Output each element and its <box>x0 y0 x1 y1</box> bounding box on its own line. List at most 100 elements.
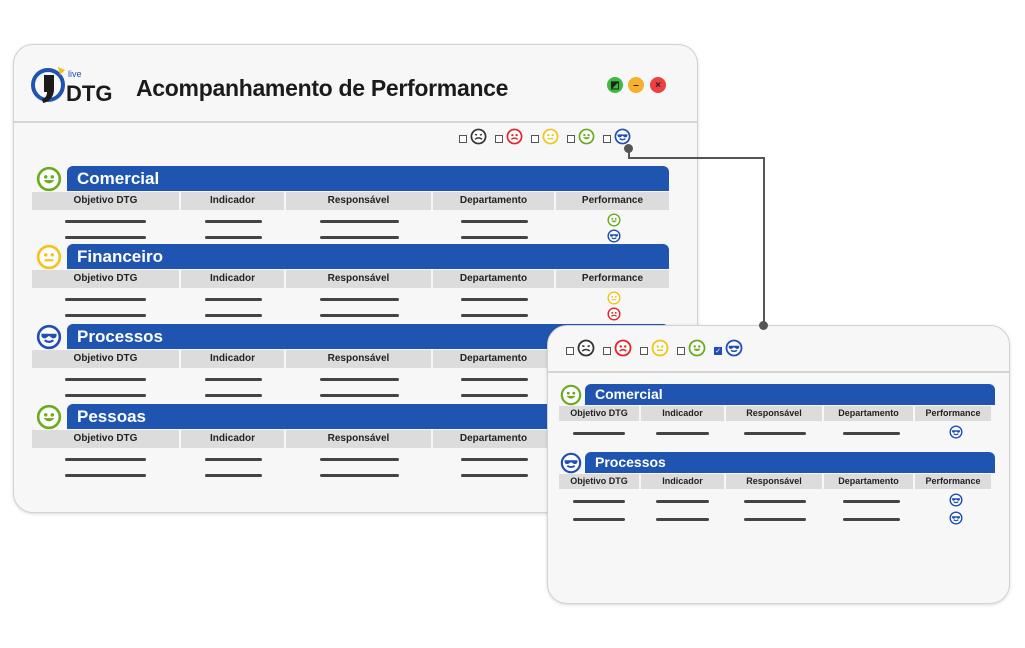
column-header[interactable]: Departamento <box>433 350 554 368</box>
connector-line <box>763 157 765 325</box>
filter-checkbox[interactable] <box>495 135 503 143</box>
placeholder-line <box>461 220 528 223</box>
placeholder-line <box>461 458 528 461</box>
column-header[interactable]: Indicador <box>181 430 284 448</box>
placeholder-line <box>842 518 901 521</box>
filter-good[interactable] <box>677 339 706 362</box>
column-header[interactable]: Responsável <box>286 430 431 448</box>
column-header[interactable]: Objetivo DTG <box>559 406 639 421</box>
placeholder-line <box>461 236 528 239</box>
column-header[interactable]: Indicador <box>181 350 284 368</box>
filter-checkbox[interactable] <box>640 346 648 355</box>
filter-checkbox[interactable] <box>567 135 575 143</box>
column-header[interactable]: Objetivo DTG <box>32 350 179 368</box>
column-header[interactable]: Responsável <box>286 270 431 288</box>
column-header[interactable]: Objetivo DTG <box>32 430 179 448</box>
column-header[interactable]: Performance <box>915 406 991 421</box>
filter-very_bad[interactable] <box>566 339 595 362</box>
table-header: Objetivo DTG Indicador Responsável Departam… <box>559 474 993 489</box>
filter-very_bad[interactable] <box>459 128 487 150</box>
placeholder-line <box>65 394 146 397</box>
placeholder-line <box>743 518 807 521</box>
table-header: Objetivo DTG Indicador Responsável Departam… <box>32 192 671 210</box>
placeholder-line <box>573 500 625 503</box>
filter-checkbox[interactable] <box>459 135 467 143</box>
column-header[interactable]: Indicador <box>181 192 284 210</box>
filter-bad[interactable] <box>603 339 632 362</box>
column-header[interactable]: Responsável <box>726 474 822 489</box>
placeholder-line <box>205 314 262 317</box>
neutral-face-icon <box>651 339 669 362</box>
column-header[interactable]: Objetivo DTG <box>32 270 179 288</box>
column-header[interactable]: Indicador <box>641 474 724 489</box>
placeholder-line <box>319 378 400 381</box>
section-title: Comercial <box>67 166 669 191</box>
filter-neutral[interactable] <box>531 128 559 150</box>
placeholder-line <box>573 518 625 521</box>
placeholder-line <box>743 432 807 435</box>
filter-excellent[interactable]: ✓ <box>714 339 743 362</box>
sad-face-icon <box>506 128 523 150</box>
filter-checkbox[interactable] <box>603 135 611 143</box>
connector-dot <box>624 144 633 153</box>
column-header[interactable]: Departamento <box>433 270 554 288</box>
column-header[interactable]: Performance <box>915 474 991 489</box>
filter-neutral[interactable] <box>640 339 669 362</box>
placeholder-line <box>461 298 528 301</box>
maximize-button[interactable]: ◩ <box>607 77 623 93</box>
svg-text:DTG: DTG <box>66 81 112 106</box>
placeholder-line <box>205 236 262 239</box>
filter-checkbox[interactable]: ✓ <box>714 346 722 355</box>
sunglasses-face-icon <box>949 425 963 444</box>
divider <box>14 121 697 123</box>
column-header[interactable]: Performance <box>556 270 669 288</box>
sunglasses-face-icon <box>949 511 963 530</box>
placeholder-line <box>205 378 262 381</box>
column-header[interactable]: Responsável <box>286 192 431 210</box>
very-bad-face-icon <box>470 128 487 150</box>
section-title: Comercial <box>585 384 995 405</box>
sad-face-icon <box>614 339 632 362</box>
placeholder-line <box>65 220 146 223</box>
column-header[interactable]: Objetivo DTG <box>559 474 639 489</box>
placeholder-line <box>65 314 146 317</box>
filter-bad[interactable] <box>495 128 523 150</box>
placeholder-line <box>65 298 146 301</box>
column-header[interactable]: Responsável <box>726 406 822 421</box>
performance-filter: ✓ <box>566 339 743 362</box>
filter-checkbox[interactable] <box>566 346 574 355</box>
column-header[interactable]: Responsável <box>286 350 431 368</box>
close-button[interactable]: × <box>650 77 666 93</box>
placeholder-line <box>205 458 262 461</box>
minimize-button[interactable]: – <box>628 77 644 93</box>
column-header[interactable]: Departamento <box>433 430 554 448</box>
column-header[interactable]: Indicador <box>181 270 284 288</box>
filter-checkbox[interactable] <box>531 135 539 143</box>
column-header[interactable]: Indicador <box>641 406 724 421</box>
column-header[interactable]: Objetivo DTG <box>32 192 179 210</box>
placeholder-line <box>205 298 262 301</box>
placeholder-line <box>319 236 400 239</box>
table-header: Objetivo DTG Indicador Responsável Departam… <box>559 406 993 421</box>
placeholder-line <box>319 458 400 461</box>
placeholder-line <box>65 236 146 239</box>
filter-checkbox[interactable] <box>603 346 611 355</box>
placeholder-line <box>655 432 710 435</box>
column-header[interactable]: Departamento <box>824 474 913 489</box>
smiley-face-icon <box>578 128 595 150</box>
column-header[interactable]: Departamento <box>824 406 913 421</box>
dtg-logo: live DTG <box>31 67 112 106</box>
placeholder-line <box>319 220 400 223</box>
neutral-face-icon <box>542 128 559 150</box>
placeholder-line <box>461 378 528 381</box>
filter-checkbox[interactable] <box>677 346 685 355</box>
filter-good[interactable] <box>567 128 595 150</box>
column-header[interactable]: Departamento <box>433 192 554 210</box>
column-header[interactable]: Performance <box>556 192 669 210</box>
section-title: Financeiro <box>67 244 669 269</box>
placeholder-line <box>461 474 528 477</box>
very-bad-face-icon <box>577 339 595 362</box>
placeholder-line <box>655 518 710 521</box>
placeholder-line <box>205 220 262 223</box>
placeholder-line <box>65 378 146 381</box>
